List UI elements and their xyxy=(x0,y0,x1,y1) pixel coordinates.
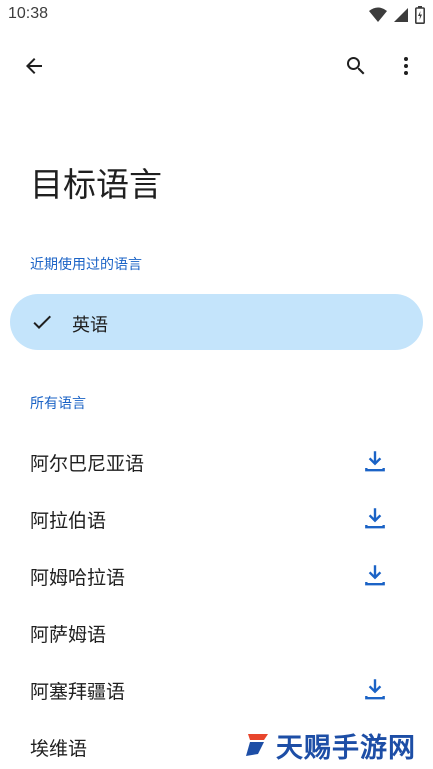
language-item[interactable]: 阿姆哈拉语 xyxy=(0,546,433,603)
signal-icon xyxy=(393,7,409,27)
battery-icon xyxy=(415,6,425,28)
language-name: 阿萨姆语 xyxy=(30,624,107,646)
download-icon[interactable] xyxy=(362,448,388,474)
language-name: 埃维语 xyxy=(30,738,88,760)
check-icon xyxy=(30,310,54,338)
recent-language-item[interactable]: 英语 xyxy=(10,294,423,350)
more-options-button[interactable] xyxy=(382,44,430,92)
download-icon[interactable] xyxy=(362,505,388,531)
app-bar xyxy=(0,40,433,96)
more-vert-icon xyxy=(394,54,418,82)
language-list: 阿尔巴尼亚语 阿拉伯语 阿姆哈拉语 阿萨姆语 阿塞拜疆语 埃维语 xyxy=(0,432,433,769)
recent-language-label: 英语 xyxy=(72,315,108,336)
all-languages-label: 所有语言 xyxy=(30,396,86,412)
status-bar: 10:38 xyxy=(0,0,433,30)
arrow-back-icon xyxy=(22,54,46,82)
status-time: 10:38 xyxy=(8,5,49,22)
language-item[interactable]: 阿尔巴尼亚语 xyxy=(0,432,433,489)
download-icon[interactable] xyxy=(362,676,388,702)
download-icon[interactable] xyxy=(362,562,388,588)
watermark-text: 天赐手游网 xyxy=(276,733,416,764)
watermark-logo-icon xyxy=(244,730,272,762)
status-icons xyxy=(369,6,425,28)
language-item[interactable]: 阿萨姆语 xyxy=(0,603,433,660)
search-icon xyxy=(344,54,368,82)
language-item[interactable]: 阿拉伯语 xyxy=(0,489,433,546)
recent-languages-label: 近期使用过的语言 xyxy=(30,257,142,273)
language-name: 阿姆哈拉语 xyxy=(30,567,126,589)
watermark: 天赐手游网 xyxy=(244,726,416,765)
search-button[interactable] xyxy=(332,44,380,92)
wifi-icon xyxy=(369,7,387,27)
language-item[interactable]: 阿塞拜疆语 xyxy=(0,660,433,717)
language-name: 阿塞拜疆语 xyxy=(30,681,126,703)
back-button[interactable] xyxy=(10,44,58,92)
language-name: 阿拉伯语 xyxy=(30,510,107,532)
page-title: 目标语言 xyxy=(30,165,162,204)
language-name: 阿尔巴尼亚语 xyxy=(30,453,145,475)
